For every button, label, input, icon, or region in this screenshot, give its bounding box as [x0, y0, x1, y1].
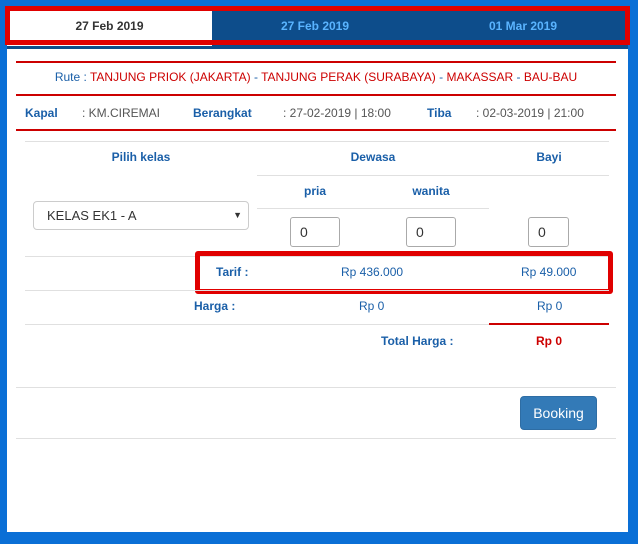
total-harga-label: Total Harga :: [381, 334, 454, 348]
route-line: Rute : TANJUNG PRIOK (JAKARTA) - TANJUNG…: [16, 70, 616, 84]
tarif-row-divider: [25, 290, 609, 291]
route-separator: -: [435, 70, 447, 84]
route-bottom-rule: [16, 94, 616, 96]
total-red-rule: [489, 323, 609, 325]
kapal-value: : KM.CIREMAI: [82, 106, 161, 120]
harga-dewasa-value: Rp 0: [359, 299, 385, 313]
tab-01-mar-2019[interactable]: 01 Mar 2019: [418, 8, 628, 49]
tarif-dewasa-value: Rp 436.000: [341, 265, 404, 279]
route-via-1: TANJUNG PERAK (SURABAYA): [261, 70, 436, 84]
tab-27-feb-2019[interactable]: 27 Feb 2019: [212, 8, 418, 49]
tab-27-feb-2019-active[interactable]: 27 Feb 2019: [7, 8, 212, 49]
dewasa-header: Dewasa: [350, 150, 396, 164]
wanita-quantity-input[interactable]: [406, 217, 456, 247]
footer-top-divider: [16, 387, 616, 388]
kelas-select[interactable]: KELAS EK1 - A ▼: [33, 201, 249, 230]
route-origin: TANJUNG PRIOK (JAKARTA): [89, 70, 251, 84]
tarif-label: Tarif :: [216, 265, 249, 279]
footer-bottom-divider: [16, 438, 616, 439]
route-separator: -: [250, 70, 262, 84]
total-harga-value: Rp 0: [536, 334, 563, 348]
booking-button[interactable]: Booking: [520, 396, 597, 430]
trip-bottom-rule: [16, 129, 616, 131]
subheader-divider: [257, 208, 489, 209]
harga-row-divider: [25, 324, 489, 325]
harga-label: Harga :: [194, 299, 236, 313]
wanita-header: wanita: [412, 184, 450, 198]
active-tab-underline: [7, 46, 212, 49]
date-tabs: 27 Feb 2019 27 Feb 2019 01 Mar 2019: [7, 8, 628, 49]
quantity-row-divider: [25, 256, 609, 257]
tarif-bayi-value: Rp 49.000: [521, 265, 577, 279]
bayi-quantity-input[interactable]: [528, 217, 569, 247]
route-via-2: MAKASSAR: [446, 70, 514, 84]
kelas-select-value: KELAS EK1 - A: [47, 208, 137, 223]
header-divider: [257, 175, 609, 176]
route-top-rule: [16, 61, 616, 63]
tiba-value: : 02-03-2019 | 21:00: [476, 106, 584, 120]
pilih-kelas-header: Pilih kelas: [111, 150, 171, 164]
table-top-divider: [25, 141, 609, 142]
route-label: Rute :: [54, 70, 87, 84]
caret-down-icon: ▼: [233, 210, 242, 220]
route-destination: BAU-BAU: [523, 70, 578, 84]
pria-header: pria: [303, 184, 326, 198]
route-separator: -: [513, 70, 524, 84]
berangkat-label: Berangkat: [193, 106, 252, 120]
bayi-header: Bayi: [536, 150, 562, 164]
berangkat-value: : 27-02-2019 | 18:00: [283, 106, 391, 120]
harga-bayi-value: Rp 0: [537, 299, 563, 313]
pria-quantity-input[interactable]: [290, 217, 340, 247]
tiba-label: Tiba: [427, 106, 452, 120]
kapal-label: Kapal: [25, 106, 58, 120]
